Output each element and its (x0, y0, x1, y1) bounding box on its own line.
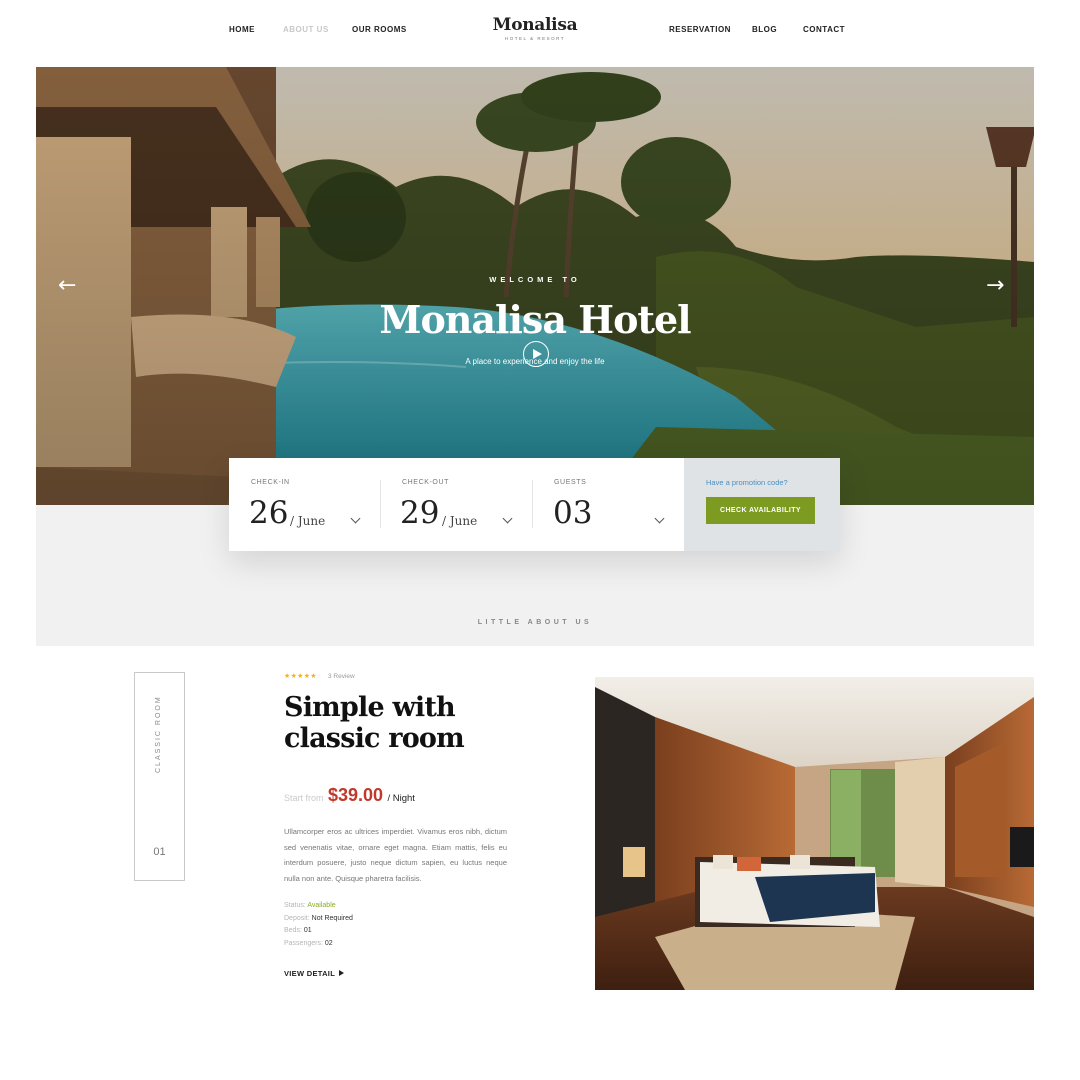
top-navigation: HOME ABOUT US OUR ROOMS Monalisa HOTEL &… (0, 0, 1080, 66)
guests-label: GUESTS (554, 479, 587, 486)
play-video-icon[interactable] (523, 341, 549, 367)
room-index-box: CLASSIC ROOM 01 (134, 672, 185, 881)
nav-contact[interactable]: CONTACT (803, 25, 845, 34)
price-row: Start from $39.00 / Night (284, 785, 415, 806)
room-index-number: 01 (153, 846, 166, 858)
rating-stars: ★★★★★ (284, 673, 317, 680)
hero-overlay (36, 67, 1034, 505)
checkout-field[interactable]: CHECK-OUT 29 / June (381, 458, 531, 551)
price-prefix: Start from (284, 793, 324, 803)
spec-row: Deposit: Not Required (284, 913, 353, 926)
spec-value: Available (307, 902, 336, 909)
hero-title: Monalisa Hotel (379, 297, 691, 342)
guests-value: 03 (553, 495, 593, 531)
room-description: Ullamcorper eros ac ultrices imperdiet. … (284, 827, 507, 883)
spec-key: Passengers: (284, 939, 323, 947)
spec-key: Deposit: (284, 914, 310, 922)
room-image (595, 677, 1034, 990)
spec-row: Passengers: 02 (284, 938, 353, 951)
spec-row: Beds: 01 (284, 925, 353, 938)
check-availability-button[interactable]: CHECK AVAILABILITY (706, 497, 815, 524)
checkout-chevron-down-icon[interactable] (502, 513, 513, 524)
guests-field[interactable]: GUESTS 03 (533, 458, 683, 551)
promo-code-link[interactable]: Have a promotion code? (706, 478, 788, 487)
logo-title: Monalisa (492, 15, 578, 35)
checkin-month: / June (290, 514, 326, 528)
spec-value: Not Required (311, 914, 353, 922)
play-arrow-icon (339, 970, 345, 976)
checkout-label: CHECK-OUT (402, 479, 450, 486)
room-category-label: CLASSIC ROOM (155, 695, 162, 773)
room-photo (595, 677, 1034, 990)
spec-row: Status: Available (284, 900, 353, 913)
nav-reservation[interactable]: RESERVATION (669, 25, 731, 34)
room-specs: Status: Available Deposit: Not Required … (284, 900, 353, 950)
checkin-field[interactable]: CHECK-IN 26 / June (229, 458, 379, 551)
room-price: $39.00 (327, 785, 384, 805)
nav-our-rooms[interactable]: OUR ROOMS (352, 25, 407, 34)
hero-welcome: WELCOME TO (489, 275, 581, 284)
spec-value: 02 (324, 939, 333, 947)
section-label: LITTLE ABOUT US (477, 619, 593, 626)
checkin-chevron-down-icon[interactable] (350, 513, 361, 524)
price-unit: / Night (387, 793, 415, 804)
spec-key: Beds: (284, 927, 302, 934)
room-title: Simple with classic room (284, 692, 465, 754)
spec-key: Status: (284, 902, 306, 909)
hero-slider: ← → WELCOME TO Monalisa Hotel A place to… (36, 67, 1034, 505)
checkin-day: 26 (249, 495, 289, 531)
nav-home[interactable]: HOME (229, 25, 255, 34)
logo-subtitle: HOTEL & RESORT (504, 36, 565, 41)
site-logo[interactable]: Monalisa HOTEL & RESORT (480, 15, 590, 41)
nav-about-us[interactable]: ABOUT US (283, 25, 329, 34)
nav-blog[interactable]: BLOG (752, 25, 777, 34)
view-detail-label: VIEW DETAIL (284, 969, 336, 978)
booking-form: CHECK-IN 26 / June CHECK-OUT 29 / June G… (229, 458, 840, 551)
view-detail-link[interactable]: VIEW DETAIL (284, 969, 345, 978)
review-count[interactable]: 3 Review (328, 673, 355, 680)
checkin-label: CHECK-IN (251, 479, 290, 486)
checkout-day: 29 (400, 495, 440, 531)
promo-panel: Have a promotion code? CHECK AVAILABILIT… (684, 458, 840, 551)
spec-value: 01 (303, 927, 312, 934)
checkout-month: / June (442, 514, 478, 528)
guests-chevron-down-icon[interactable] (654, 513, 665, 524)
